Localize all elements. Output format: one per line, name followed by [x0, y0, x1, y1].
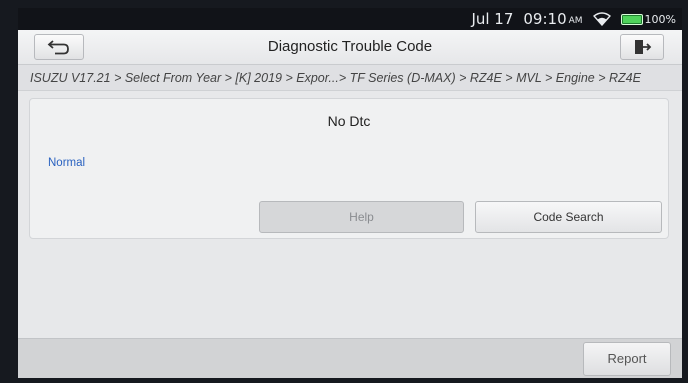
page-title: Diagnostic Trouble Code [267, 38, 433, 55]
wifi-icon [592, 12, 611, 26]
status-ampm: AM [568, 16, 583, 26]
status-text: Normal [48, 157, 86, 169]
title-bar: Diagnostic Trouble Code [18, 30, 682, 65]
bottom-bar: Report [18, 338, 682, 378]
dtc-message: No Dtc [327, 113, 371, 129]
status-bar: Jul 17 09:10 AM 100% [18, 8, 682, 30]
dtc-result-panel: No Dtc Normal Help Code Search [29, 98, 669, 239]
device-frame: Jul 17 09:10 AM 100% Diagnostic Trouble … [0, 0, 688, 383]
battery-indicator: 100% [620, 12, 676, 26]
report-button[interactable]: Report [583, 342, 671, 376]
status-time: 09:10 [523, 10, 567, 28]
exit-icon [635, 40, 652, 54]
help-button[interactable]: Help [259, 201, 464, 233]
battery-percent: 100% [644, 12, 676, 26]
breadcrumb: ISUZU V17.21 > Select From Year > [K] 20… [18, 65, 682, 91]
exit-button[interactable] [620, 34, 664, 60]
battery-icon [620, 13, 643, 25]
status-date: Jul 17 [471, 10, 514, 28]
screen: Jul 17 09:10 AM 100% Diagnostic Trouble … [18, 8, 682, 378]
code-search-button[interactable]: Code Search [475, 201, 662, 233]
battery-level-fill [622, 15, 641, 23]
